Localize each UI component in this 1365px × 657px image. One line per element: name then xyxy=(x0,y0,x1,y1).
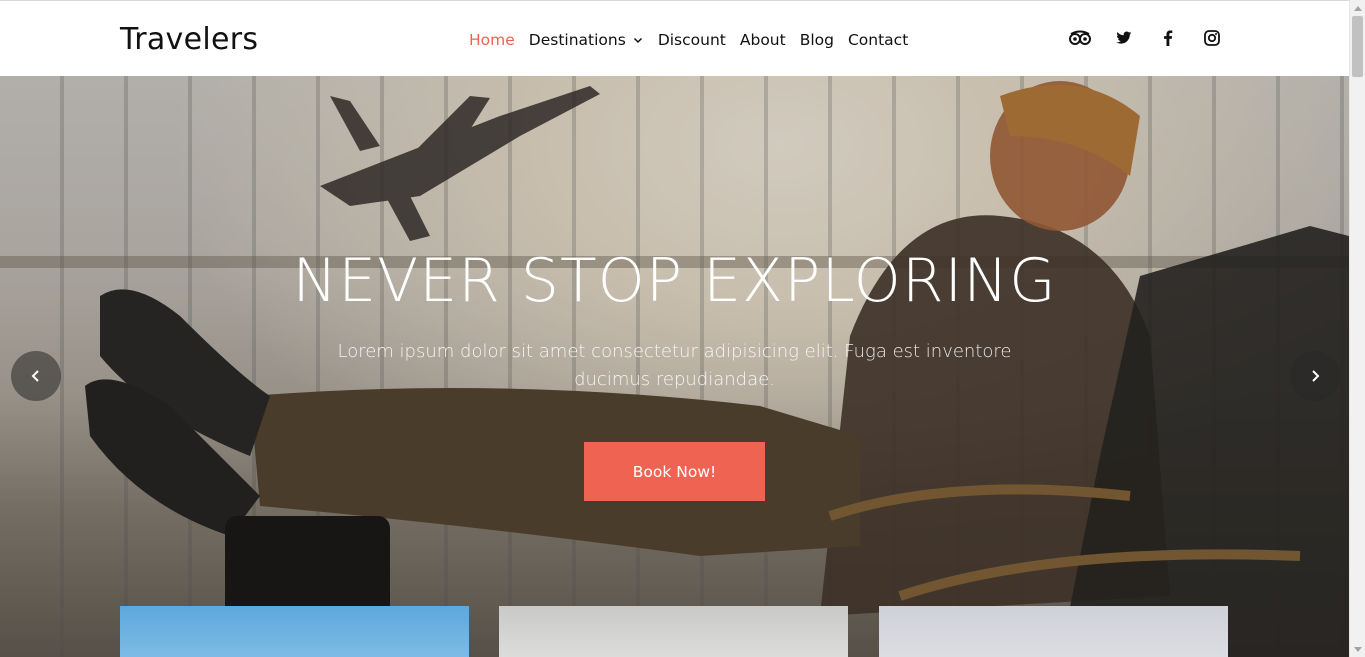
instagram-icon[interactable] xyxy=(1200,28,1224,48)
nav-item-destinations-label: Destinations xyxy=(528,31,626,49)
hero-title: NEVER STOP EXPLORING xyxy=(292,246,1057,316)
tripadvisor-icon[interactable] xyxy=(1068,28,1092,48)
nav-item-home-label: Home xyxy=(469,31,515,49)
facebook-icon[interactable] xyxy=(1156,28,1180,48)
chevron-left-icon xyxy=(31,370,39,382)
book-now-button[interactable]: Book Now! xyxy=(584,442,765,501)
nav-item-home[interactable]: Home xyxy=(469,31,515,49)
hero-slider: NEVER STOP EXPLORING Lorem ipsum dolor s… xyxy=(0,76,1349,657)
main-nav: Home Destinations Discount About Blog Co… xyxy=(469,29,922,51)
hero-subtitle: Lorem ipsum dolor sit amet consectetur a… xyxy=(337,341,1012,390)
destination-card[interactable] xyxy=(879,606,1228,657)
nav-item-blog-label: Blog xyxy=(799,31,834,49)
twitter-icon[interactable] xyxy=(1112,28,1136,48)
nav-item-about-label: About xyxy=(739,31,786,49)
nav-item-discount-label: Discount xyxy=(657,31,726,49)
nav-item-discount[interactable]: Discount xyxy=(658,31,726,49)
nav-item-contact[interactable]: Contact xyxy=(848,31,908,49)
slider-next-button[interactable] xyxy=(1290,351,1340,401)
destination-card[interactable] xyxy=(120,606,469,657)
site-logo[interactable]: Travelers xyxy=(120,22,258,57)
scrollbar-thumb[interactable] xyxy=(1352,16,1363,77)
scroll-down-arrow[interactable] xyxy=(1350,643,1365,657)
chevron-down-icon xyxy=(633,37,642,44)
site-header: Travelers Home Destinations Discount Abo… xyxy=(0,0,1349,76)
slider-prev-button[interactable] xyxy=(11,351,61,401)
scroll-up-arrow[interactable] xyxy=(1350,1,1365,15)
destination-card[interactable] xyxy=(499,606,848,657)
chevron-right-icon xyxy=(1312,370,1320,382)
nav-item-about[interactable]: About xyxy=(740,31,786,49)
nav-item-contact-label: Contact xyxy=(847,31,909,49)
nav-item-destinations[interactable]: Destinations xyxy=(529,31,644,49)
page-scrollbar[interactable] xyxy=(1349,0,1365,657)
social-links xyxy=(1068,28,1224,48)
nav-item-blog[interactable]: Blog xyxy=(800,31,834,49)
